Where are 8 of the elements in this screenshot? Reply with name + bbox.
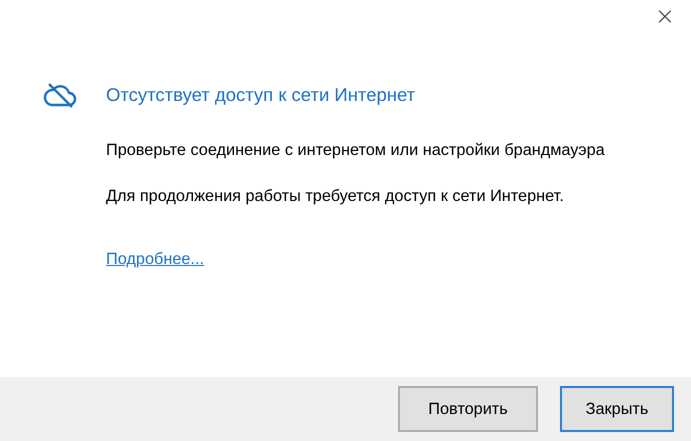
dialog-button[interactable]: Повторить [398, 386, 538, 432]
dialog-title: Отсутствует доступ к сети Интернет [106, 84, 416, 106]
cloud-off-icon [43, 82, 77, 108]
details-link[interactable]: Подробнее... [106, 250, 204, 269]
dialog-button[interactable]: Закрыть [560, 386, 674, 432]
message-text: Для продолжения работы требуется доступ к сети Интернет. [106, 186, 565, 207]
close-button[interactable]: × [646, 0, 683, 32]
message-text: Проверьте соединение с интернетом или настройки брандмауэра [106, 140, 606, 161]
